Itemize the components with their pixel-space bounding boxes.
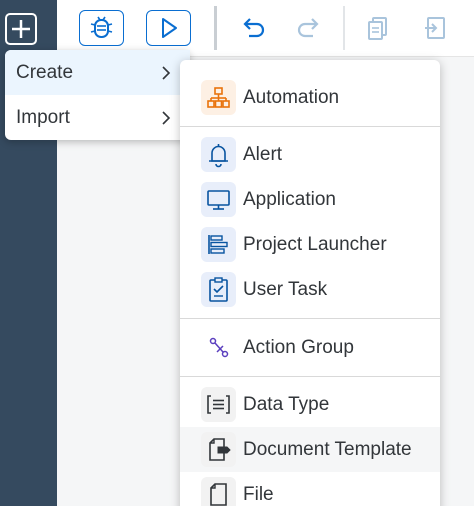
- run-button[interactable]: [146, 10, 191, 46]
- debug-icon: [90, 16, 113, 38]
- action-group-icon: [201, 330, 236, 365]
- copy-button[interactable]: [362, 12, 394, 44]
- bell-icon: [201, 137, 236, 172]
- menu-item-import[interactable]: Import: [5, 95, 190, 140]
- submenu-item-label: File: [243, 484, 274, 505]
- menu-item-label: Create: [16, 62, 74, 83]
- submenu-item-automation[interactable]: Automation: [180, 75, 440, 120]
- submenu-item-application[interactable]: Application: [180, 177, 440, 222]
- submenu-item-data-type[interactable]: Data Type: [180, 382, 440, 427]
- submenu-item-project-launcher[interactable]: Project Launcher: [180, 222, 440, 267]
- submenu-item-action-group[interactable]: Action Group: [180, 325, 440, 370]
- redo-button[interactable]: [293, 12, 325, 44]
- menu-separator: [180, 376, 440, 377]
- menu-separator: [180, 126, 440, 127]
- undo-icon: [243, 18, 265, 38]
- toolbar: [57, 0, 474, 57]
- paste-button[interactable]: [419, 12, 451, 44]
- copy-icon: [368, 17, 387, 40]
- chevron-right-icon: [162, 111, 171, 125]
- submenu-item-user-task[interactable]: User Task: [180, 267, 440, 312]
- create-submenu: Automation Alert Application Project Lau…: [180, 60, 440, 506]
- file-icon: [201, 477, 236, 506]
- menu-separator: [180, 318, 440, 319]
- submenu-item-label: Data Type: [243, 394, 330, 415]
- submenu-item-label: Alert: [243, 144, 283, 165]
- submenu-item-label: Action Group: [243, 337, 354, 358]
- submenu-item-label: Automation: [243, 87, 340, 108]
- data-type-icon: [201, 387, 236, 422]
- menu-item-label: Import: [16, 107, 70, 128]
- paste-icon: [425, 17, 445, 39]
- submenu-item-label: Project Launcher: [243, 234, 387, 255]
- undo-button[interactable]: [237, 12, 269, 44]
- menu-item-create[interactable]: Create: [5, 50, 190, 95]
- launcher-icon: [201, 227, 236, 262]
- submenu-item-alert[interactable]: Alert: [180, 132, 440, 177]
- toolbar-separator: [214, 6, 217, 50]
- submenu-item-document-template[interactable]: Document Template: [180, 427, 440, 472]
- debug-button[interactable]: [79, 10, 124, 46]
- chevron-right-icon: [162, 66, 171, 80]
- context-menu: Create Import: [5, 50, 190, 140]
- automation-icon: [201, 80, 236, 115]
- submenu-item-label: Application: [243, 189, 336, 210]
- monitor-icon: [201, 182, 236, 217]
- redo-icon: [297, 18, 319, 38]
- clipboard-task-icon: [201, 272, 236, 307]
- submenu-item-file[interactable]: File: [180, 472, 440, 506]
- plus-icon[interactable]: [5, 13, 37, 45]
- document-template-icon: [201, 432, 236, 467]
- submenu-item-label: User Task: [243, 279, 328, 300]
- toolbar-separator: [343, 6, 345, 50]
- submenu-item-label: Document Template: [243, 439, 412, 460]
- play-icon: [162, 18, 177, 38]
